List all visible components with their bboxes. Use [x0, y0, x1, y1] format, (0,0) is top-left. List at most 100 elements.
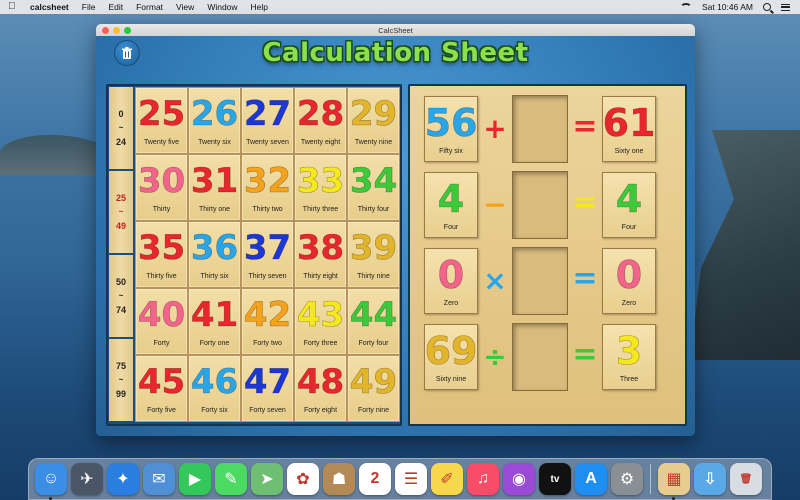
- menu-view[interactable]: View: [176, 2, 194, 12]
- menu-app-name[interactable]: calcsheet: [30, 2, 69, 12]
- number-tile[interactable]: 27 Twenty seven: [241, 87, 294, 154]
- operand-card[interactable]: 69 Sixty nine: [424, 324, 478, 390]
- menu-clock[interactable]: Sat 10:46 AM: [702, 2, 753, 12]
- photos-icon[interactable]: ✿: [287, 463, 319, 495]
- tile-word: Thirty five: [146, 273, 177, 280]
- number-tile[interactable]: 33 Thirty three: [294, 154, 347, 221]
- number-tile[interactable]: 31 Thirty one: [188, 154, 241, 221]
- range-tab-50-74[interactable]: 50 ~ 74: [109, 255, 133, 337]
- equation-board: 56 Fifty six + = 61 Sixty one 4 Four − = 4 Four 0 Zer…: [408, 84, 687, 426]
- desktop-cliff-right: [690, 130, 800, 360]
- number-tile[interactable]: 39 Thirty nine: [347, 221, 400, 288]
- number-tile[interactable]: 35 Thirty five: [135, 221, 188, 288]
- range-tab-25-49[interactable]: 25 ~ 49: [109, 171, 133, 253]
- dock: ☺ ✈ ✦ ✉ ▶ ✎ ➤ ✿ ☗ 2 ☰ ✐ ♫ ◉ tv A ⚙ ▦ ⇩ 🗑: [28, 458, 772, 500]
- number-tile[interactable]: 38 Thirty eight: [294, 221, 347, 288]
- control-center-icon[interactable]: [781, 3, 790, 11]
- menu-format[interactable]: Format: [136, 2, 163, 12]
- menu-help[interactable]: Help: [251, 2, 268, 12]
- empty-drop-slot[interactable]: [512, 323, 568, 391]
- number-tile[interactable]: 26 Twenty six: [188, 87, 241, 154]
- tile-word: Twenty five: [143, 139, 179, 146]
- tile-number: 34: [349, 161, 398, 202]
- range-tilde: ~: [118, 291, 124, 300]
- app-store-icon[interactable]: A: [575, 463, 607, 495]
- result-card[interactable]: 61 Sixty one: [602, 96, 656, 162]
- number-tile[interactable]: 44 Forty four: [347, 288, 400, 355]
- number-tile[interactable]: 48 Forty eight: [294, 355, 347, 422]
- number-tile[interactable]: 46 Forty six: [188, 355, 241, 422]
- result-card[interactable]: 3 Three: [602, 324, 656, 390]
- trash-icon[interactable]: 🗑: [730, 463, 762, 495]
- range-tab-75-99[interactable]: 75 ~ 99: [109, 339, 133, 421]
- wifi-icon[interactable]: [679, 2, 692, 12]
- number-tile[interactable]: 40 Forty: [135, 288, 188, 355]
- range-to: 49: [115, 221, 126, 231]
- system-preferences-icon[interactable]: ⚙: [611, 463, 643, 495]
- operand-card[interactable]: 56 Fifty six: [424, 96, 478, 162]
- number-tile[interactable]: 30 Thirty: [135, 154, 188, 221]
- notes-icon[interactable]: ✐: [431, 463, 463, 495]
- app-title: Calculation Sheet: [262, 38, 529, 68]
- calcsheet-app-glyph: ▦: [666, 471, 682, 488]
- tile-word: Forty one: [199, 340, 230, 347]
- spotlight-search-icon[interactable]: [763, 3, 771, 11]
- empty-drop-slot[interactable]: [512, 247, 568, 315]
- downloads-folder-icon[interactable]: ⇩: [694, 463, 726, 495]
- music-icon[interactable]: ♫: [467, 463, 499, 495]
- launchpad-icon[interactable]: ✈: [71, 463, 103, 495]
- window-titlebar[interactable]: CalcSheet: [96, 24, 695, 36]
- mail-icon[interactable]: ✉: [143, 463, 175, 495]
- range-tilde: ~: [118, 375, 124, 384]
- tile-number: 31: [190, 161, 239, 202]
- safari-icon[interactable]: ✦: [107, 463, 139, 495]
- number-tile[interactable]: 29 Twenty nine: [347, 87, 400, 154]
- number-tile[interactable]: 36 Thirty six: [188, 221, 241, 288]
- result-card[interactable]: 0 Zero: [602, 248, 656, 314]
- left-word: Sixty nine: [435, 376, 467, 383]
- range-from: 50: [115, 277, 126, 287]
- menu-window[interactable]: Window: [207, 2, 237, 12]
- range-tab-0-24[interactable]: 0 ~ 24: [109, 87, 133, 169]
- apple-menu-icon[interactable]: : [8, 2, 18, 12]
- number-tile[interactable]: 28 Twenty eight: [294, 87, 347, 154]
- menu-edit[interactable]: Edit: [108, 2, 123, 12]
- tile-number: 26: [190, 94, 239, 135]
- left-number: 4: [437, 177, 465, 222]
- number-tile[interactable]: 47 Forty seven: [241, 355, 294, 422]
- number-tile[interactable]: 34 Thirty four: [347, 154, 400, 221]
- tile-number: 27: [243, 94, 292, 135]
- number-tile[interactable]: 25 Twenty five: [135, 87, 188, 154]
- calendar-icon[interactable]: 2: [359, 463, 391, 495]
- operand-card[interactable]: 4 Four: [424, 172, 478, 238]
- contacts-icon[interactable]: ☗: [323, 463, 355, 495]
- number-tile[interactable]: 37 Thirty seven: [241, 221, 294, 288]
- tile-number: 25: [137, 94, 186, 135]
- number-tile[interactable]: 49 Forty nine: [347, 355, 400, 422]
- number-tile[interactable]: 45 Forty five: [135, 355, 188, 422]
- tile-number: 38: [296, 228, 345, 269]
- reminders-icon[interactable]: ☰: [395, 463, 427, 495]
- desktop-shore-left: [0, 135, 110, 175]
- finder-icon[interactable]: ☺: [35, 463, 67, 500]
- menu-file[interactable]: File: [82, 2, 96, 12]
- facetime-icon[interactable]: ▶: [179, 463, 211, 495]
- number-tile[interactable]: 41 Forty one: [188, 288, 241, 355]
- equation-row: 69 Sixty nine ÷ = 3 Three: [410, 322, 689, 392]
- maps-icon[interactable]: ➤: [251, 463, 283, 495]
- finder-glyph: ☺: [42, 470, 60, 487]
- left-word: Four: [443, 224, 459, 231]
- operand-card[interactable]: 0 Zero: [424, 248, 478, 314]
- tile-word: Thirty six: [200, 273, 229, 280]
- empty-drop-slot[interactable]: [512, 95, 568, 163]
- messages-icon[interactable]: ✎: [215, 463, 247, 495]
- number-tile[interactable]: 32 Thirty two: [241, 154, 294, 221]
- app-store-glyph: A: [585, 470, 597, 487]
- podcasts-icon[interactable]: ◉: [503, 463, 535, 495]
- tv-icon[interactable]: tv: [539, 463, 571, 495]
- calcsheet-app-icon[interactable]: ▦: [658, 463, 690, 500]
- number-tile[interactable]: 42 Forty two: [241, 288, 294, 355]
- empty-drop-slot[interactable]: [512, 171, 568, 239]
- result-card[interactable]: 4 Four: [602, 172, 656, 238]
- number-tile[interactable]: 43 Forty three: [294, 288, 347, 355]
